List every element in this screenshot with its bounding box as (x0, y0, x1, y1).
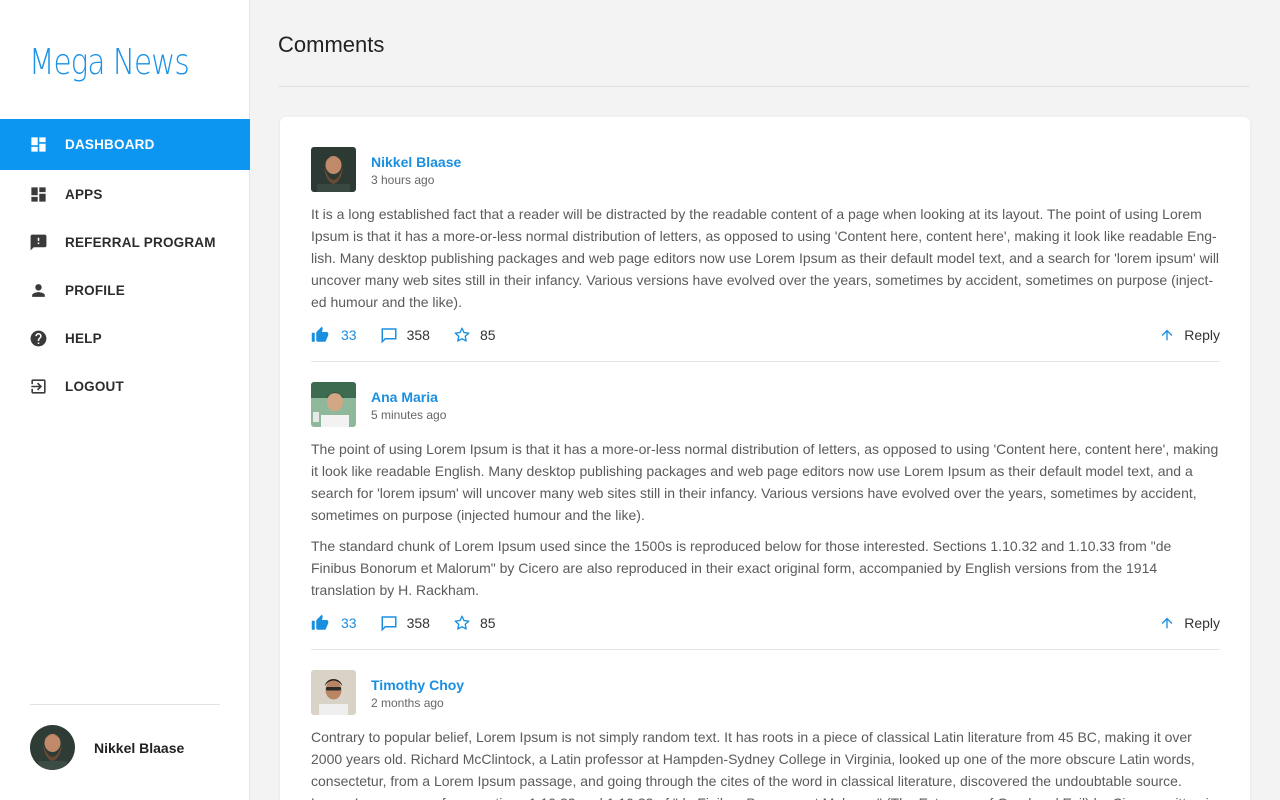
comment-icon (381, 616, 397, 632)
comment-count: 358 (406, 327, 430, 343)
title-divider (278, 86, 1250, 87)
like-button[interactable]: 33 (311, 326, 357, 344)
comment-icon (381, 328, 397, 344)
sidebar-item-dashboard[interactable]: DASHBOARD (0, 119, 250, 170)
feedback-icon (29, 233, 48, 252)
star-button[interactable]: 85 (453, 614, 496, 632)
avatar[interactable] (311, 670, 356, 715)
star-icon (454, 327, 470, 342)
star-icon (454, 615, 470, 630)
arrow-up-icon (1161, 617, 1173, 629)
star-count: 85 (479, 327, 496, 343)
avatar[interactable] (311, 147, 356, 192)
current-user[interactable]: Nikkel Blaase (30, 725, 184, 770)
comment: Ana Maria 5 minutes ago The point of usi… (311, 382, 1220, 634)
comments-card: Nikkel Blaase 3 hours ago It is a long e… (280, 117, 1250, 800)
sidebar-item-logout[interactable]: LOGOUT (0, 362, 250, 410)
comment: Timothy Choy 2 months ago Contrary to po… (311, 670, 1220, 800)
comment-actions: 33 358 85 Reply (311, 324, 1220, 346)
avatar (30, 725, 75, 770)
avatar[interactable] (311, 382, 356, 427)
comment-author[interactable]: Timothy Choy (371, 677, 464, 693)
reply-label: Reply (1184, 327, 1220, 343)
apps-icon (29, 185, 48, 204)
thumbs-up-icon (311, 614, 329, 630)
star-count: 85 (479, 615, 496, 631)
comment-text: The standard chunk of Lorem Ipsum used s… (311, 538, 1172, 598)
sidebar-item-label: DASHBOARD (65, 137, 155, 152)
comment-divider (311, 649, 1220, 650)
sidebar-item-profile[interactable]: PROFILE (0, 266, 250, 314)
comment-text: The point of using Lorem Ipsum is that i… (311, 441, 1219, 523)
sidebar-item-help[interactable]: HELP (0, 314, 250, 362)
sidebar-nav: DASHBOARD APPS REFERRAL PROGRAM PROFILE … (0, 119, 250, 410)
sidebar-item-apps[interactable]: APPS (0, 170, 250, 218)
comment-time: 5 minutes ago (371, 408, 447, 422)
comments-button[interactable]: 358 (380, 614, 430, 632)
current-user-name: Nikkel Blaase (94, 739, 185, 756)
comments-button[interactable]: 358 (380, 326, 430, 344)
page-title: Comments (278, 32, 385, 57)
reply-label: Reply (1184, 615, 1220, 631)
reply-button[interactable]: Reply (1159, 615, 1220, 631)
dashboard-icon (29, 135, 48, 154)
like-count: 33 (341, 615, 357, 631)
comment-time: 2 months ago (371, 696, 444, 710)
comment-author[interactable]: Ana Maria (371, 389, 446, 405)
comment-actions: 33 358 85 Reply (311, 612, 1220, 634)
brand-logo[interactable]: Mega News (29, 42, 190, 83)
comment-count: 358 (406, 615, 430, 631)
sidebar-item-label: HELP (65, 330, 102, 346)
sidebar: Mega News DASHBOARD APPS REFERRAL PROGRA… (0, 0, 250, 800)
like-button[interactable]: 33 (311, 614, 357, 632)
arrow-up-icon (1161, 329, 1173, 341)
sidebar-divider (30, 704, 220, 705)
comment-text: It is a long established fact that a rea… (311, 206, 1220, 310)
thumbs-up-icon (311, 326, 329, 342)
sidebar-item-label: APPS (65, 186, 103, 202)
comment: Nikkel Blaase 3 hours ago It is a long e… (311, 147, 1220, 346)
person-icon (29, 281, 48, 300)
help-icon (29, 329, 48, 348)
comment-time: 3 hours ago (371, 173, 435, 187)
reply-button[interactable]: Reply (1159, 327, 1220, 343)
sidebar-item-label: LOGOUT (65, 378, 124, 394)
sidebar-item-referral-program[interactable]: REFERRAL PROGRAM (0, 218, 250, 266)
logout-icon (29, 377, 48, 396)
comment-divider (311, 361, 1220, 362)
sidebar-item-label: PROFILE (65, 282, 125, 298)
comment-text: Contrary to popular belief, Lorem Ipsum … (311, 729, 1217, 800)
star-button[interactable]: 85 (453, 326, 496, 344)
sidebar-item-label: REFERRAL PROGRAM (65, 234, 216, 250)
comment-author[interactable]: Nikkel Blaase (371, 154, 461, 170)
like-count: 33 (341, 327, 357, 343)
